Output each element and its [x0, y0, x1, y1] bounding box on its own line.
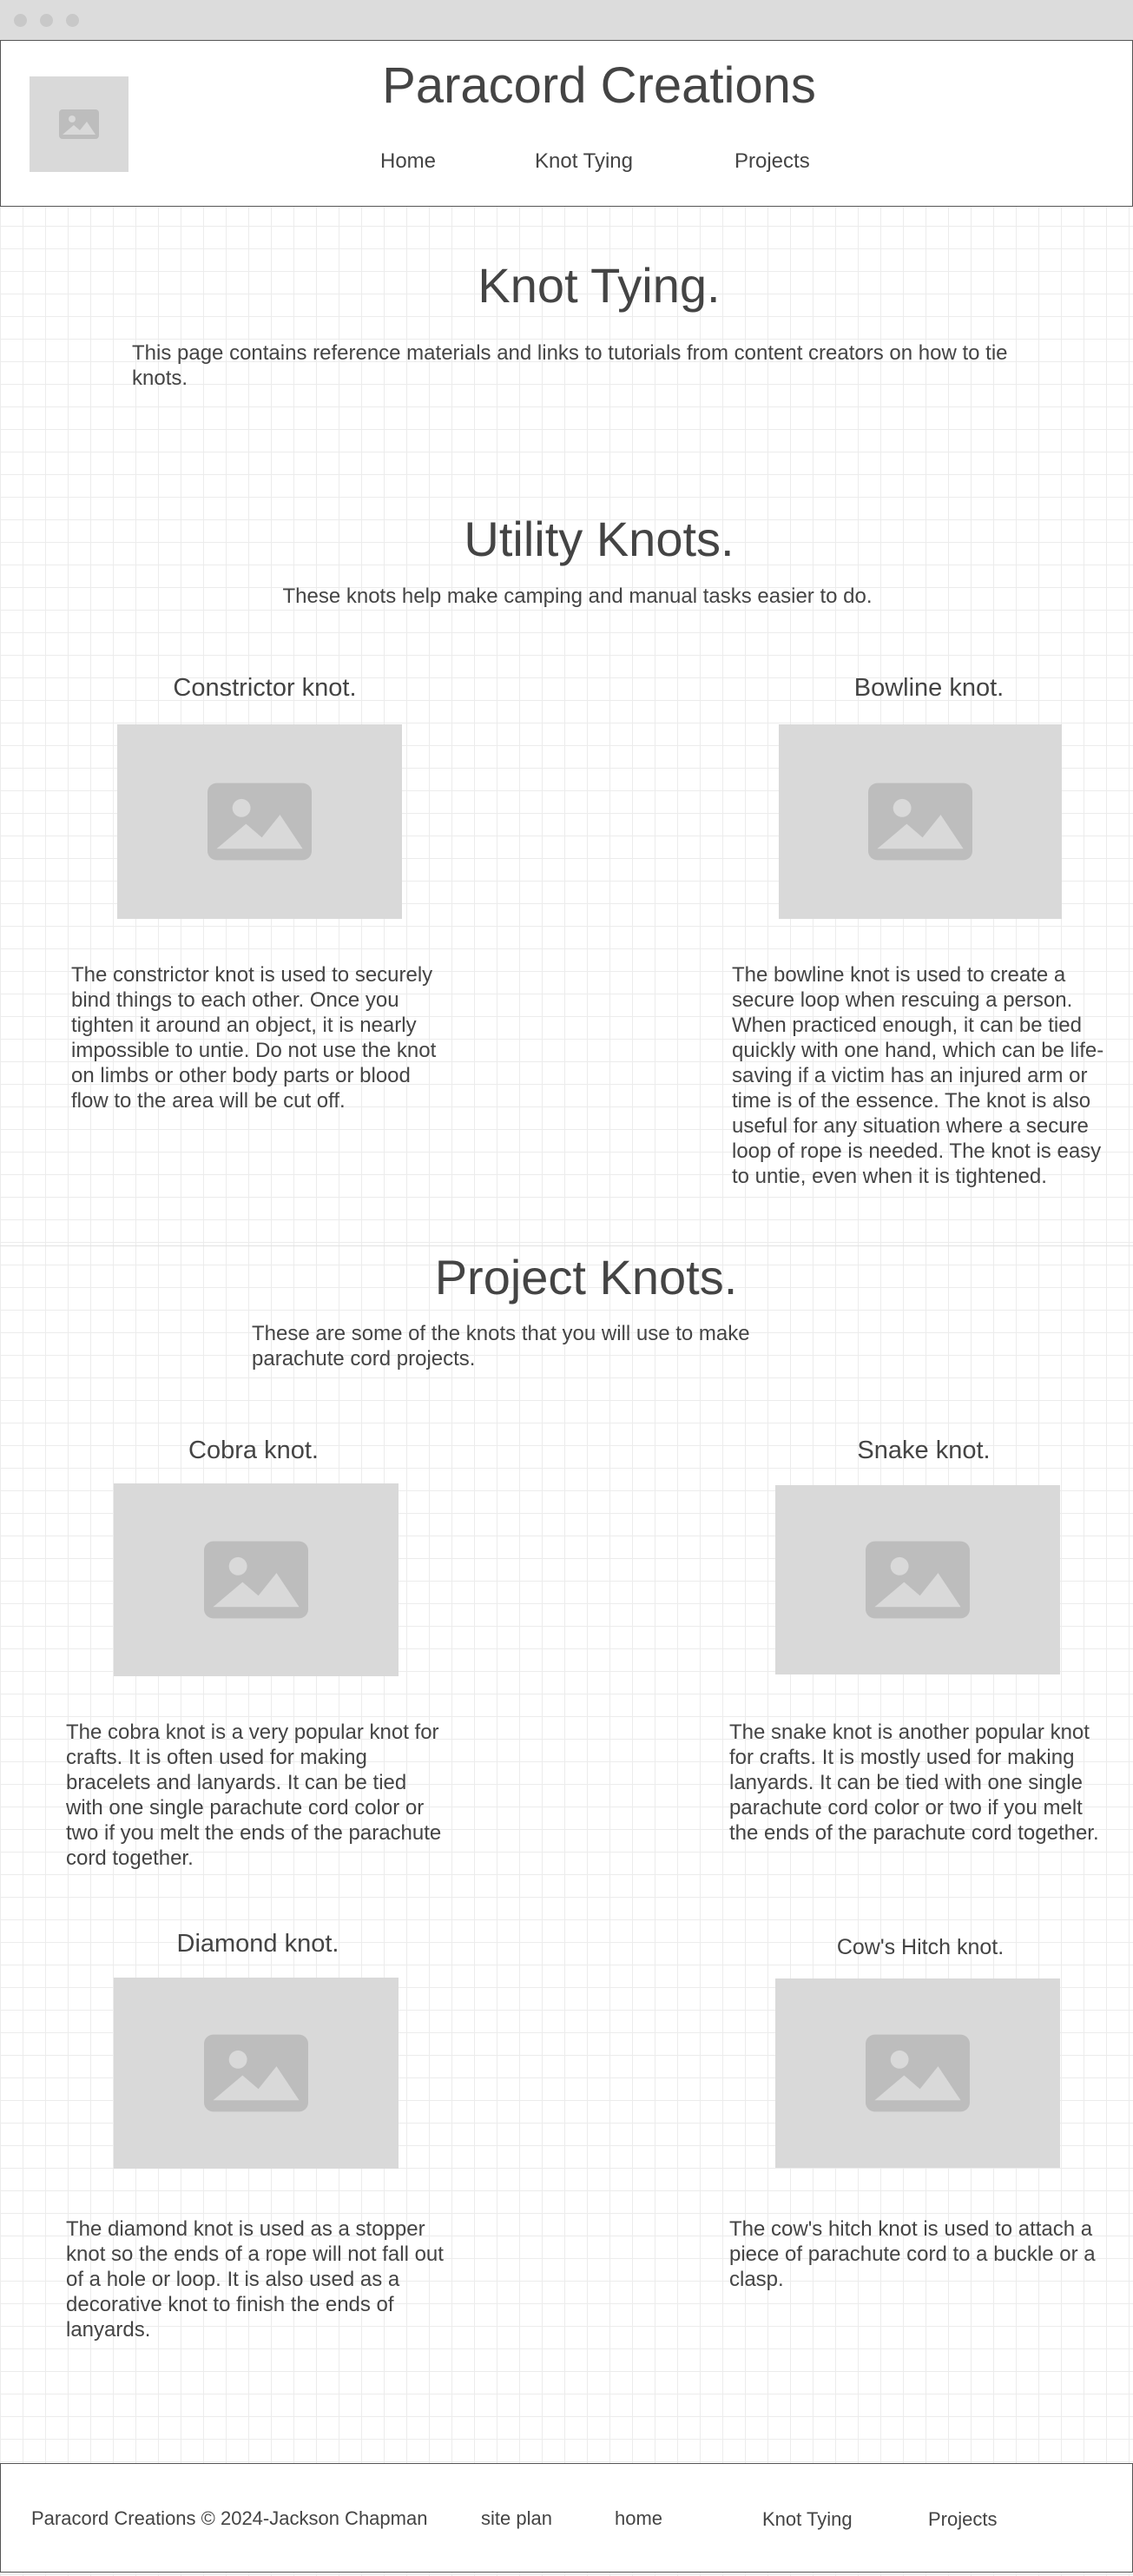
snake-knot-description: The snake knot is another popular knot f…	[729, 1721, 1099, 1845]
nav-home[interactable]: Home	[380, 149, 436, 174]
cobra-knot-description: The cobra knot is a very popular knot fo…	[66, 1721, 442, 1870]
footer-link-knot-tying[interactable]: Knot Tying	[762, 2508, 853, 2531]
window-maximize-dot[interactable]	[66, 14, 79, 27]
diamond-knot-description: The diamond knot is used as a stopper kn…	[66, 2217, 444, 2342]
image-placeholder-icon	[866, 1541, 970, 1619]
constrictor-knot-description: The constrictor knot is used to securely…	[71, 963, 437, 1113]
cobra-knot-image[interactable]	[114, 1483, 399, 1676]
site-title: Paracord Creations	[382, 57, 816, 114]
diamond-knot-image[interactable]	[114, 1978, 399, 2169]
utility-knots-subtext: These knots help make camping and manual…	[282, 585, 873, 608]
snake-knot-title: Snake knot.	[857, 1437, 991, 1464]
image-placeholder-icon	[204, 1541, 308, 1619]
image-placeholder-icon	[866, 2034, 970, 2112]
bowline-knot-image[interactable]	[779, 724, 1062, 919]
cobra-knot-title: Cobra knot.	[188, 1437, 319, 1464]
constrictor-knot-image[interactable]	[117, 724, 402, 919]
cows-hitch-knot-image[interactable]	[775, 1978, 1060, 2168]
section-divider	[0, 1245, 1133, 1246]
image-placeholder-icon	[207, 783, 312, 861]
window-close-dot[interactable]	[14, 14, 27, 27]
nav-knot-tying[interactable]: Knot Tying	[535, 149, 633, 174]
image-placeholder-icon	[868, 783, 972, 861]
nav-projects[interactable]: Projects	[734, 149, 810, 174]
bowline-knot-description: The bowline knot is used to create a sec…	[732, 963, 1104, 1188]
logo-placeholder[interactable]	[30, 76, 128, 172]
footer-link-site-plan[interactable]: site plan	[481, 2507, 552, 2530]
cows-hitch-knot-title: Cow's Hitch knot.	[836, 1935, 1005, 1959]
bowline-knot-title: Bowline knot.	[853, 674, 1005, 702]
footer-link-projects[interactable]: Projects	[928, 2508, 997, 2531]
image-placeholder-icon	[204, 2034, 308, 2112]
constrictor-knot-title: Constrictor knot.	[173, 674, 357, 702]
image-placeholder-icon	[59, 109, 99, 139]
window-minimize-dot[interactable]	[40, 14, 53, 27]
project-knots-heading: Project Knots.	[434, 1250, 738, 1305]
cows-hitch-knot-description: The cow's hitch knot is used to attach a…	[729, 2217, 1096, 2291]
footer-link-home[interactable]: home	[615, 2507, 662, 2530]
page-title: Knot Tying.	[478, 258, 721, 313]
snake-knot-image[interactable]	[775, 1485, 1060, 1674]
footer-copyright: Paracord Creations © 2024-Jackson Chapma…	[31, 2507, 428, 2529]
diamond-knot-title: Diamond knot.	[176, 1930, 339, 1958]
browser-title-bar	[0, 0, 1133, 41]
utility-knots-heading: Utility Knots.	[464, 512, 734, 566]
project-knots-subtext: These are some of the knots that you wil…	[252, 1322, 750, 1371]
intro-text: This page contains reference materials a…	[132, 341, 1008, 390]
